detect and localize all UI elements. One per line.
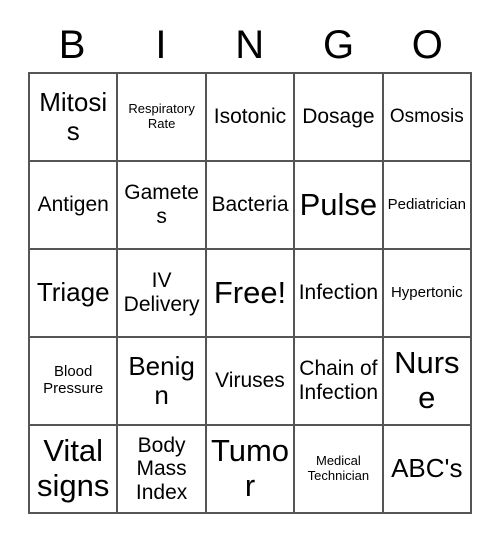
- bingo-cell-label: Bacteria: [211, 193, 289, 217]
- bingo-cell-r5-c1[interactable]: Vital signs: [30, 426, 119, 514]
- bingo-cell-label: Viruses: [215, 369, 285, 393]
- bingo-cell-label: Chain of Infection: [298, 357, 379, 404]
- bingo-grid: Mitosis Respiratory Rate Isotonic Dosage Osm…: [28, 72, 472, 514]
- bingo-cell-r1-c1[interactable]: Mitosis: [30, 74, 119, 162]
- bingo-cell-r2-c4[interactable]: Pulse: [295, 162, 384, 250]
- bingo-cell-label: Isotonic: [213, 105, 287, 129]
- bingo-cell-r4-c1[interactable]: Blood Pressure: [30, 338, 119, 426]
- bingo-header-letter-b: B: [58, 23, 86, 67]
- bingo-cell-label: Pulse: [299, 186, 378, 222]
- bingo-cell-r4-c5[interactable]: Nurse: [383, 338, 472, 426]
- bingo-cell-label: Gametes: [124, 181, 199, 228]
- bingo-header: BINGO: [28, 18, 472, 72]
- bingo-cell-r1-c3[interactable]: Isotonic: [206, 74, 296, 162]
- bingo-cell-label: Blood Pressure: [43, 363, 104, 397]
- bingo-cell-r3-c4[interactable]: Infection: [295, 250, 384, 338]
- bingo-cell-r2-c2[interactable]: Gametes: [118, 162, 207, 250]
- bingo-cell-label: Dosage: [302, 105, 375, 129]
- bingo-header-letter-i: I: [155, 23, 167, 67]
- bingo-cell-r1-c5[interactable]: Osmosis: [383, 74, 472, 162]
- bingo-cell-r4-c2[interactable]: Benign: [118, 338, 207, 426]
- bingo-cell-r5-c2[interactable]: Body Mass Index: [118, 426, 207, 514]
- bingo-cell-r2-c5[interactable]: Pediatrician: [383, 162, 472, 250]
- bingo-cell-r3-c1[interactable]: Triage: [30, 250, 119, 338]
- bingo-header-letter-n: N: [235, 23, 265, 67]
- bingo-cell-label: Nurse: [394, 345, 460, 415]
- bingo-cell-r4-c3[interactable]: Viruses: [206, 338, 296, 426]
- bingo-cell-label: Tumor: [210, 433, 290, 503]
- bingo-cell-label: Benign: [128, 350, 195, 410]
- bingo-header-letter-g: G: [322, 23, 355, 67]
- bingo-cell-label: IV Delivery: [123, 269, 200, 316]
- bingo-cell-label: Respiratory Rate: [128, 101, 195, 131]
- bingo-cell-label: Mitosis: [39, 86, 108, 146]
- bingo-cell-r3-c2[interactable]: IV Delivery: [118, 250, 207, 338]
- bingo-cell-label: Infection: [298, 281, 379, 305]
- bingo-header-letter-o: O: [411, 23, 444, 67]
- bingo-card: B I N G O Mitosis Respiratory Rate Isotonic Dos…: [0, 0, 500, 544]
- bingo-cell-label: Hypertonic: [390, 283, 463, 301]
- bingo-cell-r2-c3[interactable]: Bacteria: [206, 162, 296, 250]
- bingo-cell-label: Triage: [36, 277, 110, 308]
- bingo-cell-r1-c2[interactable]: Respiratory Rate: [118, 74, 207, 162]
- bingo-cell-r4-c4[interactable]: Chain of Infection: [295, 338, 384, 426]
- bingo-cell-label: Free!: [213, 274, 287, 310]
- bingo-cell-label: Osmosis: [389, 106, 464, 128]
- bingo-cell-label: Body Mass Index: [135, 433, 188, 504]
- bingo-cell-label: ABC's: [391, 453, 463, 484]
- bingo-cell-r5-c3[interactable]: Tumor: [206, 426, 296, 514]
- bingo-cell-r2-c1[interactable]: Antigen: [30, 162, 119, 250]
- bingo-cell-r3-c5[interactable]: Hypertonic: [383, 250, 472, 338]
- bingo-cell-label: Vital signs: [37, 433, 110, 503]
- bingo-cell-r1-c4[interactable]: Dosage: [295, 74, 384, 162]
- bingo-cell-label: Medical Technician: [307, 453, 370, 483]
- bingo-free-cell[interactable]: Free!: [206, 250, 296, 338]
- bingo-cell-r5-c4[interactable]: Medical Technician: [295, 426, 384, 514]
- bingo-cell-r5-c5[interactable]: ABC's: [383, 426, 472, 514]
- bingo-cell-label: Antigen: [37, 193, 109, 217]
- bingo-cell-label: Pediatrician: [387, 195, 466, 213]
